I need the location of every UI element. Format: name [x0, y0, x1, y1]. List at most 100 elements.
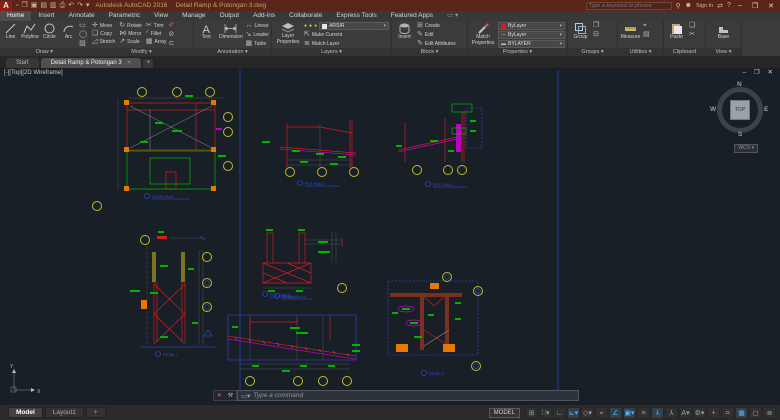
customize-menu-button[interactable]: ≣ — [763, 406, 776, 419]
insert-tool[interactable]: Insert — [394, 22, 415, 41]
qat-dropdown-icon[interactable]: ▾ — [86, 1, 90, 11]
quick-select-icon[interactable]: ⌖ — [643, 22, 650, 30]
cut-clip-icon[interactable]: ✂ — [689, 31, 695, 39]
layout1-tab[interactable]: Layout1 — [44, 407, 84, 418]
command-customize-icon[interactable]: ⚒ — [228, 392, 233, 399]
new-drawing-tab-button[interactable]: + — [143, 59, 154, 68]
object-snap-tracking-toggle[interactable]: ⌖ — [595, 406, 608, 419]
tab-insert[interactable]: Insert — [31, 11, 61, 21]
trim-tool[interactable]: ✂ Trim — [146, 22, 167, 30]
linear-tool[interactable]: ↔ Linear — [246, 22, 269, 30]
drawing-window-controls[interactable]: – ❐ ✕ — [742, 68, 776, 76]
clipboard-panel-label[interactable]: Clipboard — [664, 48, 705, 56]
annotation-monitor-toggle[interactable]: + — [707, 406, 720, 419]
tab-express-tools[interactable]: Express Tools — [329, 11, 383, 21]
copy-clip-icon[interactable]: ❏ — [689, 22, 695, 30]
wcs-dropdown[interactable]: WCS ▾ — [734, 144, 758, 153]
close-tab-icon[interactable]: ✕ — [127, 60, 132, 66]
viewcube[interactable]: N S W E TOP — [710, 81, 768, 138]
edit-block-tool[interactable]: ✎ Edit — [417, 31, 456, 39]
copy-tool[interactable]: ❏ Copy — [92, 30, 115, 38]
command-close-icon[interactable]: ✕ — [217, 392, 222, 399]
minimize-button[interactable]: – — [735, 2, 745, 9]
restore-button[interactable]: ❐ — [749, 2, 761, 10]
layer-lock-icon[interactable]: ● — [314, 22, 317, 30]
explode-tool-icon[interactable]: ⊘ — [168, 31, 174, 39]
lineweight-dropdown[interactable]: ▬ BYLAYER ▾ — [498, 40, 565, 48]
text-tool[interactable]: A Text — [196, 22, 216, 41]
model-tab[interactable]: Model — [8, 407, 43, 418]
command-recent-icon[interactable]: ▭▾ — [241, 392, 250, 400]
annotation-panel-label[interactable]: Annotation ▾ — [194, 48, 271, 56]
modify-panel-label[interactable]: Modify ▾ — [90, 48, 193, 56]
tab-annotate[interactable]: Annotate — [62, 11, 102, 21]
polyline-tool[interactable]: Polyline — [21, 22, 39, 41]
paste-tool[interactable]: Paste — [666, 22, 687, 41]
offset-tool-icon[interactable]: ⊂ — [168, 40, 174, 48]
line-tool[interactable]: Line — [2, 22, 19, 41]
drawing-detail-2[interactable]: DETAIL 2 — [262, 229, 347, 300]
table-tool[interactable]: ▦ Table — [246, 40, 269, 48]
ellipse-tool-icon[interactable]: ◯ — [79, 31, 87, 39]
match-layer-tool[interactable]: ≣ Match Layer — [304, 40, 389, 48]
new-icon[interactable]: ▫ — [16, 1, 18, 11]
tab-home[interactable]: Home — [0, 11, 32, 21]
save-icon[interactable]: ▣ — [31, 1, 38, 11]
view-panel-label[interactable]: View ▾ — [706, 48, 741, 56]
model-space[interactable]: DENAH RAM POT. RAM 1 POT. RAM 2 DETAIL 1… — [0, 68, 780, 404]
layers-panel-label[interactable]: Layers ▾ — [272, 48, 391, 56]
ribbon-display-toggle-icon[interactable]: ▭ ▾ — [440, 11, 465, 21]
command-input[interactable]: ▭▾ Type a command — [237, 390, 579, 401]
polar-tracking-toggle[interactable]: ⊾▾ — [567, 406, 580, 419]
grid-bubble[interactable] — [92, 201, 102, 211]
tab-output[interactable]: Output — [213, 11, 247, 21]
rectangle-tool-icon[interactable]: ▭ — [79, 22, 87, 30]
make-current-tool[interactable]: ⇱ Make Current — [304, 31, 389, 39]
isodraft-toggle[interactable]: ◇▾ — [581, 406, 594, 419]
layer-freeze-icon[interactable]: ● — [309, 22, 312, 30]
model-space-button[interactable]: MODEL — [488, 407, 520, 418]
viewcube-west[interactable]: W — [710, 106, 716, 113]
utilities-panel-label[interactable]: Utilities ▾ — [618, 48, 663, 56]
open-icon[interactable]: ❒ — [21, 1, 27, 11]
tab-manage[interactable]: Manage — [175, 11, 213, 21]
stretch-tool[interactable]: ◿ Stretch — [92, 38, 115, 46]
groups-panel-label[interactable]: Groups ▾ — [568, 48, 617, 56]
ucs-icon[interactable]: Y X — [10, 364, 41, 395]
exchange-apps-icon[interactable]: ⇄ — [717, 2, 723, 10]
match-properties-tool[interactable]: Match Properties — [470, 22, 496, 46]
block-panel-label[interactable]: Block ▾ — [392, 48, 467, 56]
document-tab[interactable]: Detail Ramp & Potongan 3 ✕ — [40, 58, 142, 68]
layer-properties-tool[interactable]: Layer Properties — [274, 22, 302, 45]
redo-icon[interactable]: ↷ — [77, 1, 83, 11]
array-tool[interactable]: ▦ Array — [146, 38, 167, 46]
autoscale-toggle[interactable]: ⅄ — [665, 406, 678, 419]
osnap-angle-toggle[interactable]: ∠ — [609, 406, 622, 419]
command-line[interactable]: ✕ ⚒ ▭▾ Type a command — [213, 390, 579, 401]
drawing-detail-3[interactable]: DETAIL 3 — [387, 272, 483, 377]
group-tool[interactable]: Group — [570, 22, 591, 41]
tab-featured-apps[interactable]: Featured Apps — [384, 11, 440, 21]
viewcube-top-face[interactable]: TOP — [730, 100, 750, 120]
annotation-visibility-toggle[interactable]: ⅄ — [651, 406, 664, 419]
quick-calc-icon[interactable]: ▤ — [643, 31, 650, 39]
rotate-tool[interactable]: ↻ Rotate — [119, 22, 142, 30]
viewcube-south[interactable]: S — [738, 131, 742, 138]
mirror-tool[interactable]: ⋈ Mirror — [119, 30, 142, 38]
autocad-logo-icon[interactable]: A — [0, 0, 12, 11]
dimension-tool[interactable]: Dimension — [218, 22, 243, 41]
tab-parametric[interactable]: Parametric — [102, 11, 147, 21]
add-layout-button[interactable]: + — [85, 407, 106, 418]
arc-tool[interactable]: Arc — [60, 22, 77, 41]
leader-tool[interactable]: ↘ Leader — [246, 31, 269, 39]
object-snap-toggle[interactable]: ▣▾ — [623, 406, 636, 419]
signin-label[interactable]: Sign In — [696, 3, 713, 9]
base-tool[interactable]: Base — [713, 22, 734, 41]
workspace-switching-button[interactable]: ⚙▾ — [693, 406, 706, 419]
drawing-canvas[interactable]: [-][Top][2D Wireframe] – ❐ ✕ DENAH RAM P… — [0, 68, 780, 404]
drawing-potongan-ram-3[interactable]: POT. RAM 3 — [227, 291, 360, 386]
edit-attributes-tool[interactable]: ✎ Edit Attributes — [417, 40, 456, 48]
group-edit-icon[interactable]: ⊟ — [593, 31, 599, 39]
open-web-icon[interactable]: ▥ — [50, 1, 57, 11]
viewcube-north[interactable]: N — [737, 81, 742, 88]
